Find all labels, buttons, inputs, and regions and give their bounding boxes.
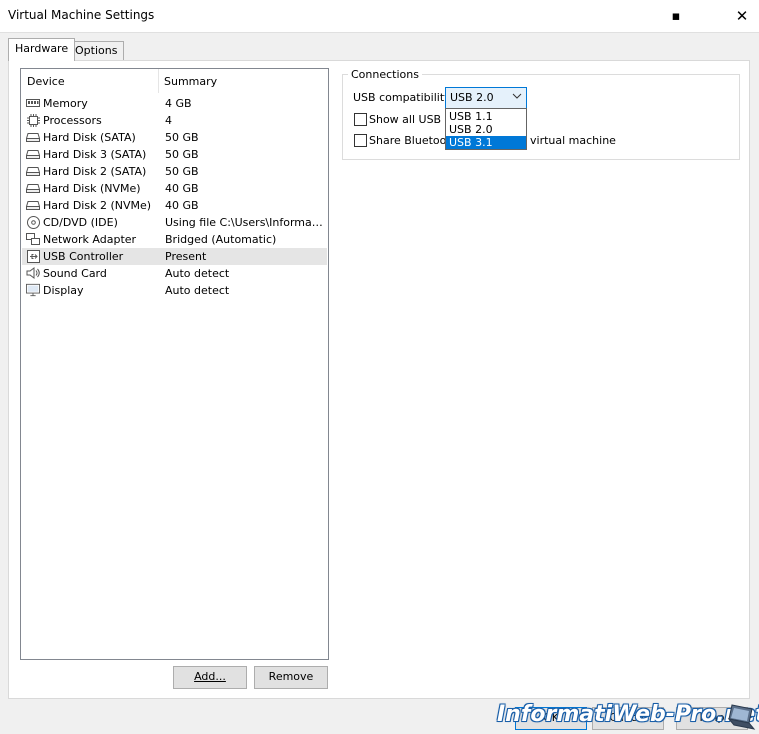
laptop-icon xyxy=(726,703,756,731)
monitor-icon xyxy=(26,283,40,297)
device-name: Hard Disk 2 (NVMe) xyxy=(43,199,152,212)
device-name: Sound Card xyxy=(43,267,107,280)
device-summary: Auto detect xyxy=(165,267,230,280)
device-summary: Using file C:\Users\Informati... xyxy=(165,216,323,229)
dropdown-option-usb-3-1[interactable]: USB 3.1 xyxy=(446,136,526,149)
device-name: Hard Disk 3 (SATA) xyxy=(43,148,147,161)
remove-device-label: Remove xyxy=(268,670,314,683)
device-list-header: Device Summary xyxy=(21,69,328,93)
device-row-usb-controller[interactable]: USB Controller Present xyxy=(22,248,327,265)
cd-dvd-icon xyxy=(26,215,40,229)
device-name: Hard Disk (SATA) xyxy=(43,131,136,144)
device-name: USB Controller xyxy=(43,250,124,263)
usb-compatibility-dropdown[interactable]: USB 1.1 USB 2.0 USB 3.1 xyxy=(445,108,527,150)
column-header-summary[interactable]: Summary xyxy=(164,75,217,88)
device-summary: Bridged (Automatic) xyxy=(165,233,277,246)
hard-disk-icon xyxy=(26,131,40,143)
show-all-usb-checkbox[interactable] xyxy=(354,113,367,126)
usb-compatibility-label: USB compatibility: xyxy=(353,91,454,104)
share-bluetooth-checkbox[interactable] xyxy=(354,134,367,147)
share-bluetooth-label-end: virtual machine xyxy=(530,134,616,147)
device-name: Display xyxy=(43,284,84,297)
watermark: InformatiWeb-Pro.net xyxy=(497,702,759,727)
device-row-hard-disk-3-sata[interactable]: Hard Disk 3 (SATA) 50 GB xyxy=(22,146,327,163)
column-separator[interactable] xyxy=(158,69,159,93)
dropdown-option-usb-1-1[interactable]: USB 1.1 xyxy=(446,110,526,123)
device-row-processors[interactable]: Processors 4 xyxy=(22,112,327,129)
device-row-sound-card[interactable]: Sound Card Auto detect xyxy=(22,265,327,282)
device-row-hard-disk-nvme[interactable]: Hard Disk (NVMe) 40 GB xyxy=(22,180,327,197)
usb-compatibility-select[interactable]: USB 2.0 xyxy=(445,87,527,109)
minimize-button[interactable]: ▪ xyxy=(654,0,698,32)
device-name: CD/DVD (IDE) xyxy=(43,216,118,229)
device-summary: 50 GB xyxy=(165,165,199,178)
title-bar: Virtual Machine Settings ▪ ✕ xyxy=(0,0,759,33)
device-summary: Auto detect xyxy=(165,284,230,297)
device-summary: 40 GB xyxy=(165,182,199,195)
speaker-icon xyxy=(26,267,40,279)
device-name: Hard Disk 2 (SATA) xyxy=(43,165,147,178)
add-device-label: Add... xyxy=(194,670,226,683)
hard-disk-icon xyxy=(26,199,40,211)
dropdown-option-usb-2-0[interactable]: USB 2.0 xyxy=(446,123,526,136)
hard-disk-icon xyxy=(26,165,40,177)
device-name: Network Adapter xyxy=(43,233,137,246)
remove-device-button[interactable]: Remove xyxy=(254,666,328,689)
device-row-display[interactable]: Display Auto detect xyxy=(22,282,327,299)
window-title: Virtual Machine Settings xyxy=(8,8,155,22)
device-summary: Present xyxy=(165,250,207,263)
device-name: Memory xyxy=(43,97,88,110)
device-row-hard-disk-sata[interactable]: Hard Disk (SATA) 50 GB xyxy=(22,129,327,146)
usb-compatibility-value: USB 2.0 xyxy=(450,91,494,104)
device-summary: 50 GB xyxy=(165,131,199,144)
close-button[interactable]: ✕ xyxy=(720,0,759,32)
device-summary: 50 GB xyxy=(165,148,199,161)
device-summary: 4 GB xyxy=(165,97,192,110)
device-summary: 40 GB xyxy=(165,199,199,212)
processor-icon xyxy=(26,113,40,127)
chevron-down-icon xyxy=(512,91,522,104)
column-header-device[interactable]: Device xyxy=(27,75,65,88)
minimize-icon: ▪ xyxy=(671,8,681,24)
hard-disk-icon xyxy=(26,148,40,160)
hard-disk-icon xyxy=(26,182,40,194)
device-summary: 4 xyxy=(165,114,172,127)
device-row-memory[interactable]: Memory 4 GB xyxy=(22,95,327,112)
close-icon: ✕ xyxy=(735,7,749,25)
device-row-hard-disk-2-sata[interactable]: Hard Disk 2 (SATA) 50 GB xyxy=(22,163,327,180)
device-row-hard-disk-2-nvme[interactable]: Hard Disk 2 (NVMe) 40 GB xyxy=(22,197,327,214)
usb-icon xyxy=(26,249,40,263)
device-name: Hard Disk (NVMe) xyxy=(43,182,141,195)
device-row-network-adapter[interactable]: Network Adapter Bridged (Automatic) xyxy=(22,231,327,248)
device-row-cd-dvd[interactable]: CD/DVD (IDE) Using file C:\Users\Informa… xyxy=(22,214,327,231)
device-list[interactable]: Device Summary Memory 4 GB Processors 4 … xyxy=(20,68,329,660)
connections-group-label: Connections xyxy=(348,68,422,81)
network-adapter-icon xyxy=(26,233,40,245)
device-name: Processors xyxy=(43,114,102,127)
add-device-button[interactable]: Add... xyxy=(173,666,247,689)
memory-icon xyxy=(26,97,40,109)
tab-options[interactable]: Options xyxy=(68,41,125,60)
tab-hardware[interactable]: Hardware xyxy=(8,38,76,61)
